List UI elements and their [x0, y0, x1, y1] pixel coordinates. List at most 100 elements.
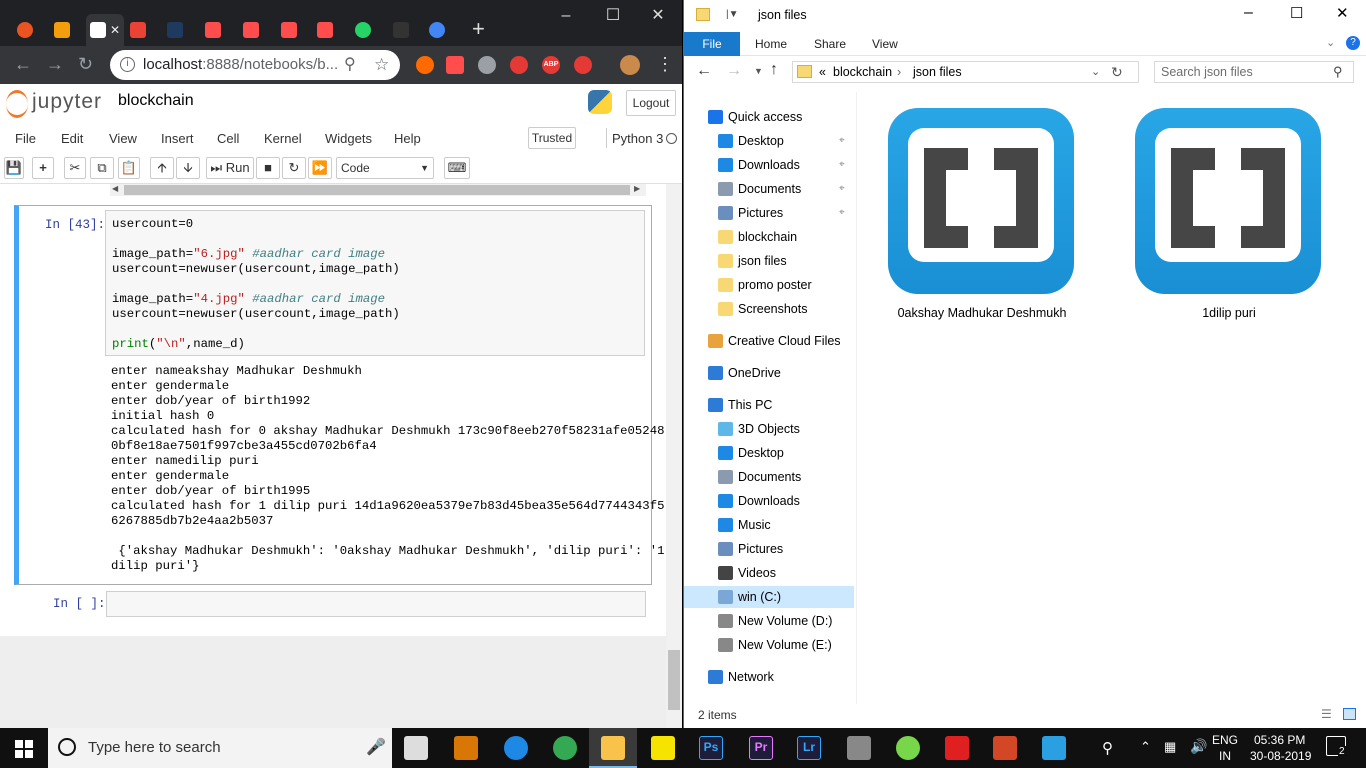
menu-view[interactable]: View: [109, 131, 137, 146]
search-icon[interactable]: ⚲: [1333, 62, 1343, 82]
browser-tab[interactable]: [196, 14, 230, 46]
restart-icon[interactable]: ↻: [282, 157, 306, 179]
stop-icon[interactable]: ■: [256, 157, 280, 179]
move-up-icon[interactable]: 🡩: [150, 157, 174, 179]
menu-kernel[interactable]: Kernel: [264, 131, 302, 146]
path-overflow[interactable]: «: [819, 62, 826, 82]
restart-run-all-icon[interactable]: ⏩: [308, 157, 332, 179]
recent-chevron-icon[interactable]: ▼: [754, 66, 763, 76]
people-icon[interactable]: ⚲: [1102, 739, 1113, 757]
menu-help[interactable]: Help: [394, 131, 421, 146]
breadcrumb-json-files[interactable]: json files: [913, 62, 962, 82]
language-indicator[interactable]: ENG: [1212, 733, 1238, 747]
ribbon-tab-share[interactable]: Share: [814, 37, 846, 51]
ribbon-tab-home[interactable]: Home: [755, 37, 787, 51]
search-field[interactable]: Search json files ⚲: [1154, 61, 1354, 83]
help-icon[interactable]: ?: [1346, 36, 1360, 50]
taskbar-search-box[interactable]: Type here to search 🎤: [48, 728, 392, 768]
cut-icon[interactable]: ✂: [64, 157, 86, 179]
show-hidden-icons-icon[interactable]: ⌃: [1140, 739, 1151, 755]
browser-tab[interactable]: [420, 14, 454, 46]
menu-file[interactable]: File: [15, 131, 36, 146]
url-field[interactable]: i localhost:8888/notebooks/b... ⚲ ☆: [110, 50, 400, 80]
nav-item-screenshots[interactable]: Screenshots: [684, 298, 854, 320]
insert-cell-icon[interactable]: +: [32, 157, 54, 179]
nav-item-desktop[interactable]: Desktop ⌖: [684, 130, 854, 152]
details-view-icon[interactable]: ☰: [1321, 707, 1332, 721]
nav-item-json-files[interactable]: json files: [684, 250, 854, 272]
copy-icon[interactable]: ⧉: [90, 157, 114, 179]
adblock-extension-icon[interactable]: ABP: [542, 56, 560, 74]
chrome-taskbar-button[interactable]: [541, 728, 589, 768]
nav-item-blockchain[interactable]: blockchain: [684, 226, 854, 248]
reload-icon[interactable]: ↻: [78, 54, 93, 74]
nav-item-promo-poster[interactable]: promo poster: [684, 274, 854, 296]
maximize-icon[interactable]: ☐: [591, 4, 635, 28]
breadcrumb-blockchain[interactable]: blockchain: [833, 62, 892, 82]
nav-item-documents[interactable]: Documents ⌖: [684, 178, 854, 200]
nav-item-downloads[interactable]: Downloads: [684, 490, 854, 512]
new-tab-icon[interactable]: +: [472, 18, 485, 40]
ribbon-expand-icon[interactable]: ⌄: [1326, 36, 1335, 49]
address-bar[interactable]: « blockchain › json files ⌄ ↻: [792, 61, 1139, 83]
forward-icon[interactable]: →: [726, 62, 742, 80]
browser-tab[interactable]: [384, 14, 418, 46]
nav-item-downloads[interactable]: Downloads ⌖: [684, 154, 854, 176]
address-dropdown-icon[interactable]: ⌄: [1091, 62, 1100, 82]
paste-icon[interactable]: 📋: [118, 157, 140, 179]
microphone-icon[interactable]: 🎤: [366, 728, 386, 768]
nav-item-new-volume-e[interactable]: New Volume (E:): [684, 634, 854, 656]
browser-tab[interactable]: [346, 14, 380, 46]
trusted-badge[interactable]: Trusted: [528, 127, 576, 149]
menu-cell[interactable]: Cell: [217, 131, 239, 146]
move-down-icon[interactable]: 🡫: [176, 157, 200, 179]
network-tray-icon[interactable]: ▦: [1164, 739, 1176, 755]
clock-date[interactable]: 30-08-2019: [1250, 749, 1311, 763]
nav-item-documents[interactable]: Documents: [684, 466, 854, 488]
discord-extension-icon[interactable]: [478, 56, 496, 74]
menu-icon[interactable]: ⋮: [656, 54, 674, 74]
browser-tab[interactable]: [158, 14, 192, 46]
zoom-icon[interactable]: ⚲: [344, 50, 356, 80]
quick-access-toolbar-chevron-icon[interactable]: |▼: [726, 9, 739, 20]
kernel-name[interactable]: Python 3: [612, 131, 663, 146]
info-icon[interactable]: i: [120, 57, 135, 72]
ribbon-tab-file[interactable]: File: [684, 32, 740, 56]
code-text[interactable]: usercount=0 image_path="6.jpg" #aadhar c…: [112, 217, 638, 352]
browser-tab[interactable]: [308, 14, 342, 46]
acrobat-taskbar-button[interactable]: [933, 728, 981, 768]
volume-icon[interactable]: 🔊: [1190, 738, 1207, 755]
empty-code-cell[interactable]: [106, 591, 646, 617]
scroll-right-icon[interactable]: ▶: [634, 184, 640, 193]
maximize-icon[interactable]: ☐: [1290, 4, 1303, 22]
region-indicator[interactable]: IN: [1219, 749, 1231, 763]
utorrent-taskbar-button[interactable]: [884, 728, 932, 768]
nav-item-win-c[interactable]: win (C:): [684, 586, 854, 608]
ribbon-tab-view[interactable]: View: [872, 37, 898, 51]
nav-item-music[interactable]: Music: [684, 514, 854, 536]
close-icon[interactable]: ✕: [636, 4, 680, 28]
brackets-taskbar-button[interactable]: [1030, 728, 1078, 768]
close-icon[interactable]: ✕: [1336, 4, 1349, 22]
jupyter-logo-icon[interactable]: [6, 90, 28, 118]
profile-avatar[interactable]: [620, 55, 640, 75]
horizontal-scrollbar[interactable]: ◀ ▶: [110, 184, 646, 196]
file-item[interactable]: 0akshay Madhukar Deshmukh: [872, 104, 1092, 324]
photoshop-taskbar-button[interactable]: Ps: [687, 728, 735, 768]
run-button[interactable]: ⏭ Run: [206, 157, 254, 179]
browser-tab[interactable]: [272, 14, 306, 46]
task-view-taskbar-button[interactable]: [392, 728, 440, 768]
jupyter-logo-text[interactable]: jupyter: [32, 90, 102, 114]
nav-item-onedrive[interactable]: OneDrive: [684, 362, 854, 384]
nav-item-desktop[interactable]: Desktop: [684, 442, 854, 464]
cell-type-select[interactable]: Code ▼: [336, 157, 434, 179]
menu-insert[interactable]: Insert: [161, 131, 194, 146]
browser-tab[interactable]: [234, 14, 268, 46]
edge-taskbar-button[interactable]: [492, 728, 540, 768]
browser-tab[interactable]: [8, 14, 42, 46]
nav-item-pictures[interactable]: Pictures: [684, 538, 854, 560]
nav-item-3d-objects[interactable]: 3D Objects: [684, 418, 854, 440]
keyboard-icon[interactable]: ⌨: [444, 157, 470, 179]
notebook-title[interactable]: blockchain: [118, 92, 194, 110]
minimize-icon[interactable]: –: [544, 4, 588, 28]
